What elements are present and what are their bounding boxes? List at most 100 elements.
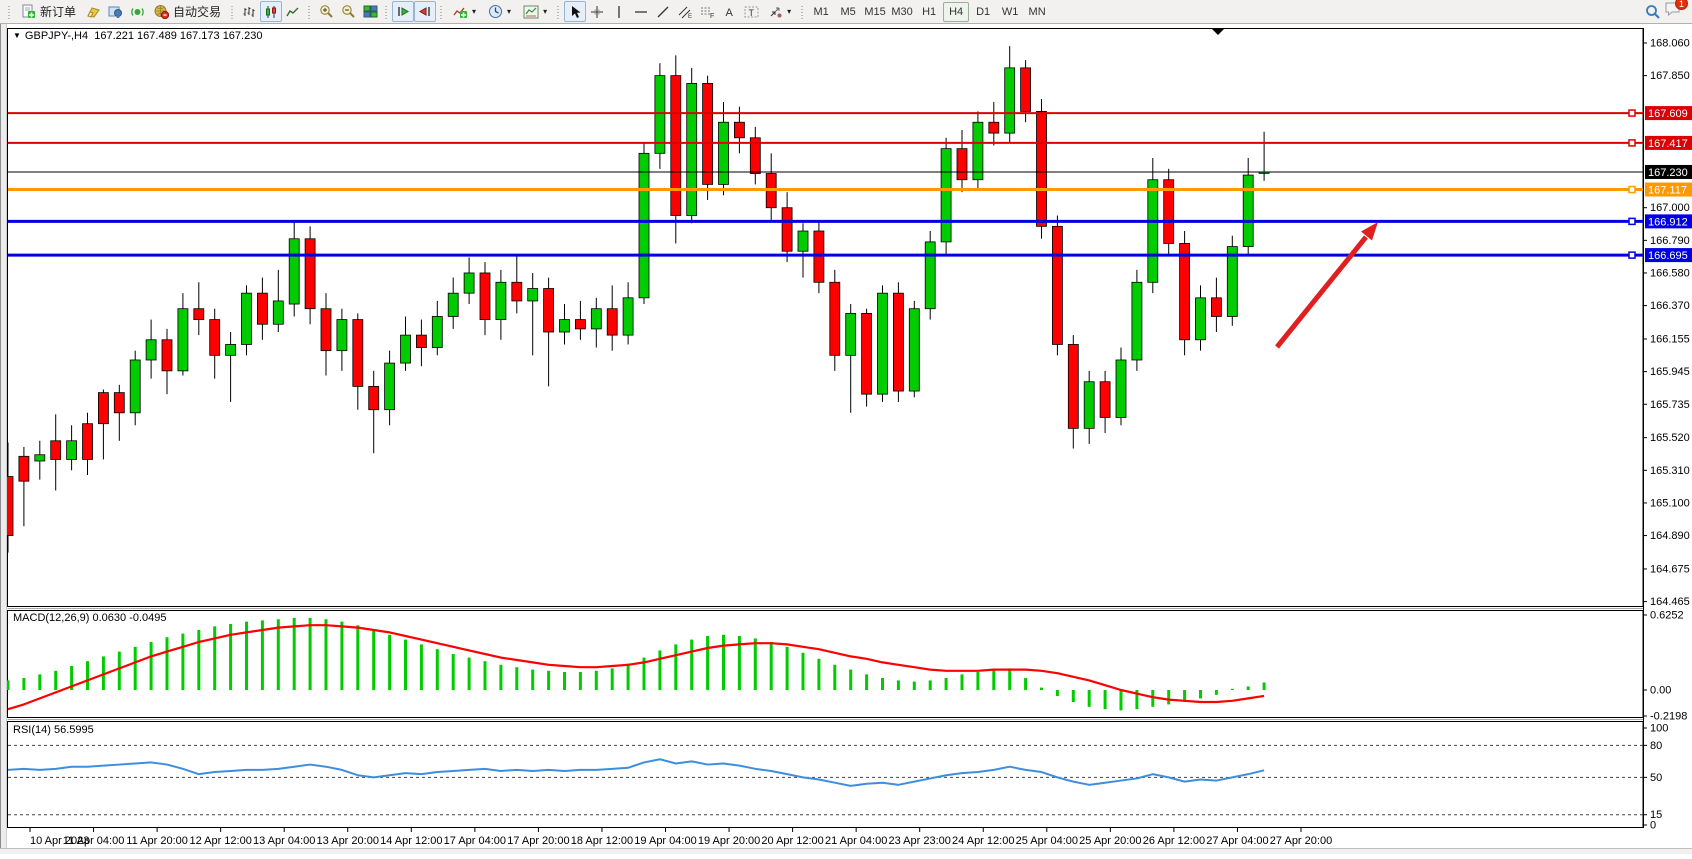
bull-candle-body xyxy=(67,441,77,460)
fibonacci-tool-button[interactable]: F xyxy=(696,1,718,22)
text-tool-button[interactable]: A xyxy=(718,1,740,22)
zoom-in-icon xyxy=(319,4,334,19)
bull-candle-body xyxy=(1227,247,1237,317)
autotrade-button[interactable]: 自动交易 xyxy=(148,1,227,22)
candlestick-mode-button[interactable] xyxy=(260,1,282,22)
periods-dropdown[interactable]: ▾ xyxy=(482,1,517,22)
tab-timeframe-h4[interactable]: H4 xyxy=(943,2,969,22)
templates-dropdown[interactable]: ▾ xyxy=(517,1,553,22)
time-tick-label: 11 Apr 04:00 xyxy=(63,835,125,847)
bull-candle-body xyxy=(687,83,697,215)
highlight-tool-button[interactable] xyxy=(82,1,104,22)
toolbar-grip xyxy=(439,4,444,20)
chart-canvas[interactable]: 168.060167.850167.000166.790166.580166.3… xyxy=(0,24,1692,854)
indicators-dropdown[interactable]: ▾ xyxy=(447,1,482,22)
horizontal-line-tool-button[interactable] xyxy=(630,1,652,22)
svg-text:T: T xyxy=(748,8,754,18)
time-tick-label: 27 Apr 20:00 xyxy=(1270,835,1332,847)
text-label-tool-button[interactable]: T xyxy=(740,1,762,22)
price-badge-value: 167.230 xyxy=(1648,167,1688,179)
tab-timeframe-m1[interactable]: M1 xyxy=(808,2,834,22)
price-tick-label: 165.100 xyxy=(1650,497,1690,509)
line-chart-mode-button[interactable] xyxy=(282,1,304,22)
bull-candle-body xyxy=(591,309,601,329)
notifications-button[interactable]: 1 xyxy=(1664,1,1682,22)
symbol-dropdown-icon[interactable]: ▼ xyxy=(13,31,21,40)
chart-symbol: GBPJPY-,H4 xyxy=(25,30,88,42)
chart-window[interactable]: 168.060167.850167.000166.790166.580166.3… xyxy=(0,24,1692,854)
price-badge-value: 166.912 xyxy=(1648,216,1688,228)
dropdown-arrow-icon: ▾ xyxy=(543,5,547,18)
line-anchor-marker xyxy=(1629,110,1635,116)
toolbar-grip xyxy=(307,4,312,20)
crosshair-icon xyxy=(590,5,604,19)
bull-candle-body xyxy=(337,320,347,351)
toolbar-grip xyxy=(556,4,561,20)
bull-candle-body xyxy=(35,455,45,461)
chart-shift-button[interactable] xyxy=(414,1,436,22)
price-badge-value: 166.695 xyxy=(1648,250,1688,262)
tab-timeframe-mn[interactable]: MN xyxy=(1024,2,1050,22)
bear-candle-body xyxy=(575,320,585,329)
rsi-panel-splitter[interactable] xyxy=(0,718,1692,723)
main-toolbar: 新订单 自动交易 xyxy=(0,0,1692,24)
toolbar-grip xyxy=(7,4,12,20)
trendline-tool-button[interactable] xyxy=(652,1,674,22)
equidistant-channel-tool-button[interactable]: E xyxy=(674,1,696,22)
crosshair-tool-button[interactable] xyxy=(586,1,608,22)
bull-candle-body xyxy=(846,313,856,355)
bear-candle-body xyxy=(1037,111,1047,226)
bear-candle-body xyxy=(83,424,93,460)
zoom-out-button[interactable] xyxy=(337,1,359,22)
arrows-dropdown[interactable]: ▾ xyxy=(762,1,797,22)
new-order-button[interactable]: 新订单 xyxy=(15,1,82,22)
bear-candle-body xyxy=(480,273,490,320)
text-icon: A xyxy=(723,5,736,18)
search-button[interactable] xyxy=(1642,1,1664,22)
tab-timeframe-m15[interactable]: M15 xyxy=(862,2,888,22)
bear-candle-body xyxy=(19,456,29,481)
time-tick-label: 19 Apr 04:00 xyxy=(634,835,696,847)
zoom-in-button[interactable] xyxy=(315,1,337,22)
macd-scale-label: 0.00 xyxy=(1650,685,1671,697)
time-tick-label: 14 Apr 12:00 xyxy=(380,835,442,847)
bar-chart-icon xyxy=(242,5,256,19)
bear-candle-body xyxy=(671,76,681,216)
clock-icon xyxy=(488,4,503,19)
new-order-label: 新订单 xyxy=(40,3,76,20)
tab-timeframe-m30[interactable]: M30 xyxy=(889,2,915,22)
tab-timeframe-w1[interactable]: W1 xyxy=(997,2,1023,22)
macd-indicator-label: MACD(12,26,9) 0.0630 -0.0495 xyxy=(13,612,166,624)
bull-candle-body xyxy=(178,309,188,371)
bull-candle-body xyxy=(909,309,919,391)
price-tick-label: 166.790 xyxy=(1650,235,1690,247)
price-badge-value: 167.417 xyxy=(1648,138,1688,150)
tile-windows-button[interactable] xyxy=(359,1,381,22)
bar-chart-mode-button[interactable] xyxy=(238,1,260,22)
candlestick-icon xyxy=(264,5,278,19)
bear-candle-body xyxy=(1100,382,1110,418)
bear-candle-body xyxy=(830,282,840,355)
bear-candle-body xyxy=(257,293,267,324)
auto-scroll-button[interactable] xyxy=(392,1,414,22)
macd-panel-splitter[interactable] xyxy=(0,606,1692,611)
toolbar-grip xyxy=(800,4,805,20)
bull-candle-body xyxy=(719,122,729,184)
cursor-tool-button[interactable] xyxy=(564,1,586,22)
time-tick-label: 25 Apr 04:00 xyxy=(1016,835,1078,847)
tab-timeframe-h1[interactable]: H1 xyxy=(916,2,942,22)
time-tick-label: 11 Apr 20:00 xyxy=(126,835,188,847)
tab-timeframe-d1[interactable]: D1 xyxy=(970,2,996,22)
price-tick-label: 166.580 xyxy=(1650,267,1690,279)
vertical-line-tool-button[interactable] xyxy=(608,1,630,22)
cursor-icon xyxy=(569,5,582,19)
bear-candle-body xyxy=(1180,243,1190,339)
tab-timeframe-m5[interactable]: M5 xyxy=(835,2,861,22)
chart-ohlc-values: 167.221 167.489 167.173 167.230 xyxy=(94,30,262,42)
market-depth-button[interactable] xyxy=(104,1,126,22)
signals-button[interactable] xyxy=(126,1,148,22)
bear-candle-body xyxy=(1021,68,1031,112)
chart-title: ▼ GBPJPY-,H4 167.221 167.489 167.173 167.… xyxy=(13,30,262,42)
chart-shift-icon xyxy=(418,5,432,18)
arrow-objects-icon xyxy=(768,5,783,19)
